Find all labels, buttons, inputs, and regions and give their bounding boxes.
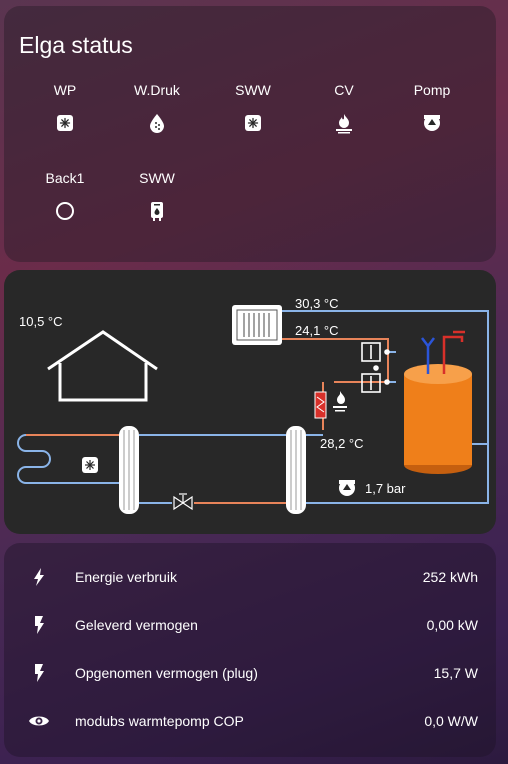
status-card: Elga status WP W.Druk SWW CV Pomp Back1 … xyxy=(4,6,496,262)
flash-outline-icon xyxy=(35,616,44,634)
pump-icon xyxy=(424,115,440,131)
heat-pump-unit[interactable] xyxy=(232,305,282,345)
sensor-value: 0,0 W/W xyxy=(424,713,478,729)
entity-label: WP xyxy=(53,82,77,98)
entity-sww-boiler[interactable]: SWW xyxy=(117,170,197,222)
sensor-name: Energie verbruik xyxy=(75,569,177,585)
entity-label: W.Druk xyxy=(134,82,180,98)
snowflake-sun-icon xyxy=(245,115,261,131)
sensor-row-delivered[interactable]: Geleverd vermogen 0,00 kW xyxy=(4,602,496,650)
circle-outline-icon xyxy=(56,202,74,220)
electric-heater xyxy=(314,390,327,420)
entity-label: Pomp xyxy=(413,82,451,98)
entity-label: SWW xyxy=(139,170,175,186)
floor-heating-coil xyxy=(17,434,120,484)
three-way-valve xyxy=(361,342,390,393)
flash-outline-icon xyxy=(35,664,44,682)
supply-temperature: 30,3 °C xyxy=(295,296,339,311)
water-boiler-icon xyxy=(151,202,163,221)
card-title: Elga status xyxy=(19,32,133,58)
entity-wp[interactable]: WP xyxy=(25,82,105,134)
return-temperature: 24,1 °C xyxy=(295,323,339,338)
flame-icon xyxy=(333,391,347,412)
sensor-row-consumed[interactable]: Opgenomen vermogen (plug) 15,7 W xyxy=(4,650,496,698)
flash-icon xyxy=(34,568,44,586)
entity-label: CV xyxy=(334,82,354,98)
entity-sww[interactable]: SWW xyxy=(213,82,293,134)
outdoor-temperature: 10,5 °C xyxy=(19,314,63,329)
sensor-row-energy[interactable]: Energie verbruik 252 kWh xyxy=(4,554,496,602)
entity-back1[interactable]: Back1 xyxy=(25,170,105,222)
entity-pomp[interactable]: Pomp xyxy=(392,82,472,134)
sensor-card: Energie verbruik 252 kWh Geleverd vermog… xyxy=(4,543,496,757)
sensor-value: 0,00 kW xyxy=(426,617,478,633)
hot-water-tank xyxy=(404,364,472,474)
entity-label: Back1 xyxy=(45,170,85,186)
check-valve-icon xyxy=(173,493,193,511)
water-pressure: 1,7 bar xyxy=(365,481,406,496)
sensor-name: Geleverd vermogen xyxy=(75,617,198,633)
entity-label: SWW xyxy=(235,82,271,98)
heat-exchanger-right xyxy=(286,426,306,514)
sensor-row-cop[interactable]: modubs warmtepomp COP 0,0 W/W xyxy=(4,698,496,746)
return-pipe xyxy=(282,338,389,390)
snowflake-sun-icon xyxy=(82,457,98,473)
entity-cv[interactable]: CV xyxy=(304,82,384,134)
flow-temperature: 28,2 °C xyxy=(320,436,364,451)
sensor-value: 15,7 W xyxy=(433,665,478,681)
heat-exchanger-left xyxy=(119,426,139,514)
flame-icon xyxy=(336,114,352,134)
sensor-name: modubs warmtepomp COP xyxy=(75,713,244,729)
sensor-value: 252 kWh xyxy=(422,569,478,585)
pump-icon xyxy=(339,480,355,496)
house-icon xyxy=(47,330,158,402)
heating-schema-diagram: 10,5 °C 30,3 °C 24,1 °C 28,2 °C 1,7 bar xyxy=(17,296,489,514)
snowflake-sun-icon xyxy=(57,115,73,131)
eye-icon xyxy=(29,716,49,726)
sensor-name: Opgenomen vermogen (plug) xyxy=(75,665,258,681)
entity-wdruk[interactable]: W.Druk xyxy=(117,82,197,134)
heatpump-schema-card: 10,5 °C 30,3 °C 24,1 °C 28,2 °C 1,7 bar xyxy=(4,270,496,534)
water-drop-icon xyxy=(150,114,164,133)
